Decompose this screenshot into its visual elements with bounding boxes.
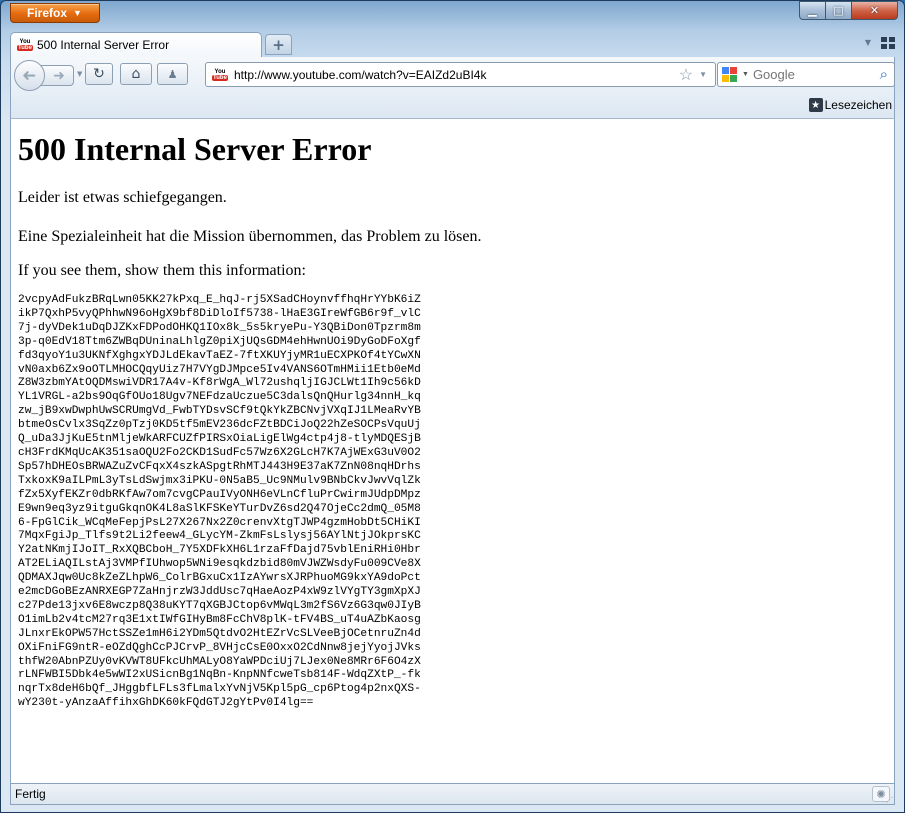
chevron-down-icon[interactable]: ▼ [742,71,749,78]
reload-icon: ↻ [93,66,105,82]
google-icon[interactable] [722,66,738,83]
status-bar: Fertig ✺ ⋰ [10,783,895,805]
bookmarks-label: Lesezeichen [824,98,892,112]
close-icon: ✕ [869,4,880,17]
home-button[interactable]: ⌂ [120,63,152,85]
tab-groups-icon-part [881,44,887,49]
error-explanation: Eine Spezialeinheit hat die Mission über… [18,228,482,245]
chevron-down-icon[interactable]: ▼ [699,70,715,79]
search-bar[interactable]: ▼ ⌕ [717,62,895,87]
chevron-down-icon: ▼ [73,8,82,18]
navigation-toolbar: ➜ ➜ ▼ ↻ ⌂ ♟ You Tube http://www.youtube.c… [10,57,895,94]
plus-icon: + [272,35,285,54]
tab-groups-icon-part [889,37,895,42]
reload-button[interactable]: ↻ [85,63,113,85]
tab-active[interactable]: You Tube 500 Internal Server Error [10,32,262,57]
url-text[interactable]: http://www.youtube.com/watch?v=EAIZd2uBI… [234,68,673,82]
maximize-icon: □ [833,4,844,17]
status-text: Fertig [15,787,46,801]
close-button[interactable]: ✕ [852,1,898,20]
history-dropdown-button[interactable]: ▼ [77,70,82,78]
back-button[interactable]: ➜ [14,60,45,91]
youtube-icon: You Tube [212,68,228,81]
url-bar[interactable]: You Tube http://www.youtube.com/watch?v=E… [205,62,716,87]
search-input[interactable] [752,67,876,82]
home-icon: ⌂ [131,66,141,82]
new-tab-button[interactable]: + [265,34,292,55]
resize-grip-icon[interactable]: ⋰ [886,796,894,804]
page-content: 500 Internal Server Error Leider ist etw… [10,119,895,783]
bookmarks-star-icon: ★ [808,98,823,112]
chevron-down-icon: ▼ [77,70,83,78]
tab-title: 500 Internal Server Error [37,38,170,52]
tab-list-button[interactable]: ▼ [865,38,871,47]
addon-button[interactable]: ♟ [157,63,188,85]
google-icon-part [730,74,737,82]
maximize-button[interactable]: □ [826,1,852,20]
bookmark-star-icon[interactable]: ☆ [679,65,693,85]
back-forward-group: ➜ ➜ [14,60,74,91]
tab-strip: You Tube 500 Internal Server Error + ▼ [10,32,895,57]
firefox-menu-button[interactable]: Firefox ▼ [10,3,100,23]
minimize-button[interactable]: ▁ [799,1,826,20]
browser-window: Firefox ▼ ▁ □ ✕ You Tube 500 Internal Ser… [0,0,905,813]
google-icon-part [722,66,729,74]
addon-bar-glyph: ✺ [876,788,886,801]
tab-groups-button[interactable] [881,37,895,49]
youtube-icon: You Tube [17,39,33,51]
google-icon-part [730,66,737,74]
bookmarks-toolbar: ★ Lesezeichen [10,94,895,119]
minimize-icon: ▁ [808,4,817,17]
arrow-right-icon: ➜ [53,67,65,84]
error-message: Leider ist etwas schiefgegangen. [18,189,227,206]
arrow-left-icon: ➜ [22,65,37,86]
page-title: 500 Internal Server Error [18,131,372,167]
window-controls: ▁ □ ✕ [799,1,898,20]
tab-groups-icon-part [889,44,895,49]
search-icon[interactable]: ⌕ [880,66,894,83]
google-icon-part [722,74,729,82]
firefox-menu-label: Firefox [27,6,68,20]
chevron-down-icon: ▼ [864,38,871,47]
tab-groups-icon [881,37,887,42]
error-instruction: If you see them, show them this informat… [18,262,306,279]
addon-icon: ♟ [167,67,178,81]
bookmarks-menu-button[interactable]: ★ Lesezeichen [808,98,892,112]
error-code-block: 2vcpyAdFukzBRqLwn05KK27kPxq_E_hqJ-rj5XSa… [18,294,421,710]
